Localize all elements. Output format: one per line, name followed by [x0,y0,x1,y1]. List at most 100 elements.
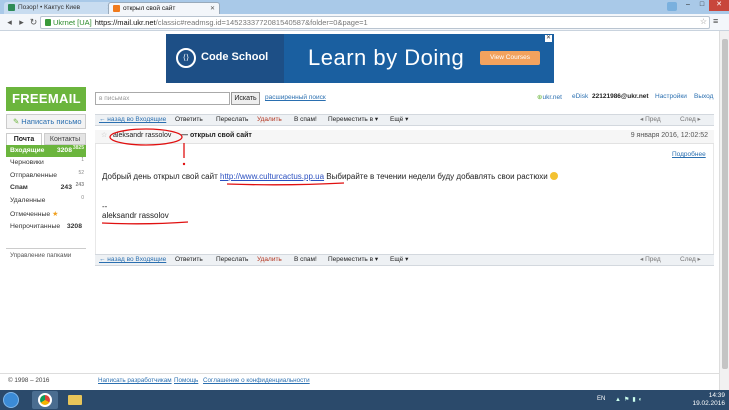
sender-name[interactable]: aleksandr rassolov [113,130,171,142]
folder-unread[interactable]: Непрочитанные 3208 [6,221,86,233]
folder-label: Удаленные [10,196,46,204]
pencil-icon: ✎ [13,117,20,126]
folder-icon [68,395,82,405]
folder-label: Отмеченные [10,210,51,218]
next-message-link[interactable]: След ▸ [680,115,701,125]
prev-message-link[interactable]: ◂ Пред [640,115,661,125]
star-icon: ★ [52,210,59,218]
folder-deleted[interactable]: Удаленные 0 [6,195,86,207]
favicon-icon [113,5,120,12]
prev-message-link[interactable]: ◂ Пред [640,255,661,265]
folder-total: 52 [78,169,84,176]
folder-label: Входящие [10,147,45,154]
taskbar-explorer[interactable] [62,391,88,409]
minimize-icon[interactable]: – [681,0,695,11]
help-link[interactable]: Помощь [174,374,198,388]
page-footer: © 1998 – 2016 Написать разработчикам Пом… [0,373,719,390]
search-input[interactable]: в письмах [95,92,230,105]
ad-cta-button[interactable]: View Courses [480,51,540,65]
folder-total: 0 [81,194,84,201]
compose-button[interactable]: ✎ Написать письмо [6,114,86,129]
keyboard-language[interactable]: EN [597,396,605,402]
folder-sent[interactable]: Отправленные 52 [6,170,86,182]
browser-tab-bar: Позор! • Кактус Киев ✕ открыл свой сайт … [0,0,729,14]
star-toggle-icon[interactable]: ☆ [101,130,107,142]
maximize-icon[interactable]: □ [695,0,709,11]
profile-icon[interactable] [667,2,677,11]
ad-banner[interactable]: ⟨⟩ Code School Learn by Doing View Cours… [166,34,554,83]
folder-drafts[interactable]: Черновики 1 [6,157,86,169]
reply-button[interactable]: Ответить [175,255,203,265]
back-to-inbox-link[interactable]: ← назад во Входящие [99,115,166,125]
developers-link[interactable]: Написать разработчикам [98,374,172,388]
message-date: 9 января 2016, 12:02:52 [630,132,708,139]
more-dropdown[interactable]: Ещё ▾ [390,115,408,125]
back-to-inbox-link[interactable]: ← назад во Входящие [99,255,166,265]
clock[interactable]: 14:39 19.02.2016 [692,392,725,408]
delete-button[interactable]: Удалить [257,115,282,125]
message-subject: — открыл свой сайт [181,132,252,139]
ad-close-icon[interactable]: ✕ [545,35,552,42]
privacy-link[interactable]: Соглашение о конфиденциальности [203,374,310,388]
start-button-icon[interactable] [3,392,19,408]
folder-total: 1 [81,157,84,164]
url-host: https://mail.ukr.net [94,18,156,27]
settings-link[interactable]: Настройки [655,93,687,100]
forward-button[interactable]: Переслать [216,115,248,125]
delete-button[interactable]: Удалить [257,255,282,265]
reload-icon[interactable]: ↻ [28,17,39,28]
os-taskbar: EN ▲⚑▮◐ 14:39 19.02.2016 [0,390,729,410]
browser-tab-active[interactable]: открыл свой сайт ✕ [108,2,220,14]
folder-count: 243 [60,184,72,192]
folder-starred[interactable]: Отмеченные ★ [6,209,86,221]
manage-folders-link[interactable]: Управление папками [6,248,86,259]
freemail-logo[interactable]: FREEMAIL [6,87,86,111]
folder-spam[interactable]: Спам 243 243 [6,182,86,194]
spam-button[interactable]: В спам! [294,115,317,125]
folder-count: 3208 [66,223,82,231]
move-to-dropdown[interactable]: Переместить в ▾ [328,255,378,265]
ad-slogan: Learn by Doing [308,45,465,70]
back-arrow-icon[interactable]: ◂ [4,17,15,28]
window-close-icon[interactable]: ✕ [709,0,729,11]
next-message-link[interactable]: След ▸ [680,255,701,265]
clock-time: 14:39 [708,392,725,399]
details-link[interactable]: Подробнее [672,151,706,158]
site-link[interactable]: http://www.culturcactus.pp.ua [220,172,324,181]
signature-separator: -- [102,202,108,211]
ad-brand: Code School [201,51,269,63]
reply-button[interactable]: Ответить [175,115,203,125]
forward-button[interactable]: Переслать [216,255,248,265]
taskbar-chrome[interactable] [32,391,58,409]
bookmark-star-icon[interactable]: ☆ [700,17,707,26]
folder-label: Спам [10,184,28,192]
lock-icon [45,19,51,26]
close-icon[interactable]: ✕ [210,5,215,12]
forward-arrow-icon[interactable]: ▸ [16,17,27,28]
message-body: Добрый день открыл свой сайт http://www.… [102,172,702,182]
folder-inbox[interactable]: Входящие 3208 3825 [6,145,86,158]
tab-mail[interactable]: Почта [6,133,42,145]
clock-date: 19.02.2016 [692,400,725,407]
ukr-net-link[interactable]: ⊕ukr.net [537,93,562,101]
more-dropdown[interactable]: Ещё ▾ [390,255,408,265]
url-input[interactable]: Ukrnet [UA] https://mail.ukr.net/classic#… [40,16,710,29]
edisk-link[interactable]: eDisk [572,93,588,100]
compose-label: Написать письмо [21,117,82,126]
search-button[interactable]: Искать [231,92,260,105]
chrome-icon [38,393,52,407]
body-text: Добрый день открыл свой сайт [102,172,220,181]
browser-tab[interactable]: Позор! • Кактус Киев ✕ [4,2,116,14]
message-toolbar-bottom: ← назад во Входящие Ответить Переслать У… [95,254,714,266]
tray-icons[interactable]: ▲⚑▮◐ [615,396,645,403]
message-toolbar-top: ← назад во Входящие Ответить Переслать У… [95,114,714,126]
page-scrollbar[interactable] [719,31,729,390]
advanced-search-link[interactable]: расширенный поиск [265,94,326,101]
site-identity: Ukrnet [UA] [53,18,92,27]
exit-link[interactable]: Выход [694,93,713,100]
body-text-2: Выбирайте в течении недели буду добавлят… [324,172,548,181]
scrollbar-thumb[interactable] [722,39,728,369]
spam-button[interactable]: В спам! [294,255,317,265]
menu-icon[interactable]: ≡ [713,17,723,27]
move-to-dropdown[interactable]: Переместить в ▾ [328,115,378,125]
